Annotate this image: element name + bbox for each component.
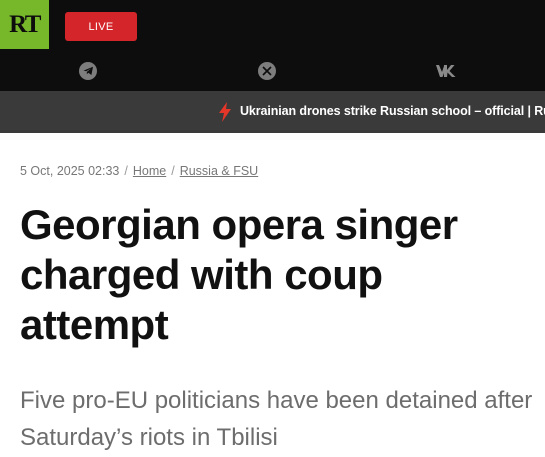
breaking-news-ticker[interactable]: Ukrainian drones strike Russian school –… <box>0 91 545 133</box>
article-meta: 5 Oct, 2025 02:33 / Home / Russia & FSU <box>20 164 258 178</box>
breadcrumb-separator: / <box>124 164 128 178</box>
rt-logo[interactable]: RT <box>0 0 49 49</box>
x-link[interactable] <box>257 61 277 81</box>
vk-link[interactable] <box>434 61 458 81</box>
site-header: RT LIVE <box>0 0 545 91</box>
live-button[interactable]: LIVE <box>65 12 137 41</box>
telegram-link[interactable] <box>78 61 98 81</box>
logo-text: RT <box>9 10 41 38</box>
vk-icon <box>436 65 456 77</box>
breadcrumb-russia-fsu[interactable]: Russia & FSU <box>180 164 259 178</box>
telegram-icon <box>79 62 97 80</box>
lightning-bolt-icon <box>219 102 231 122</box>
x-icon <box>258 62 276 80</box>
article-summary: Five pro-EU politicians have been detain… <box>20 387 533 451</box>
breadcrumb-separator: / <box>171 164 175 178</box>
article-title: Georgian opera singer charged with coup … <box>20 201 458 348</box>
article-date: 5 Oct, 2025 02:33 <box>20 164 120 178</box>
breadcrumb-home[interactable]: Home <box>133 164 166 178</box>
ticker-text[interactable]: Ukrainian drones strike Russian school –… <box>240 104 545 118</box>
